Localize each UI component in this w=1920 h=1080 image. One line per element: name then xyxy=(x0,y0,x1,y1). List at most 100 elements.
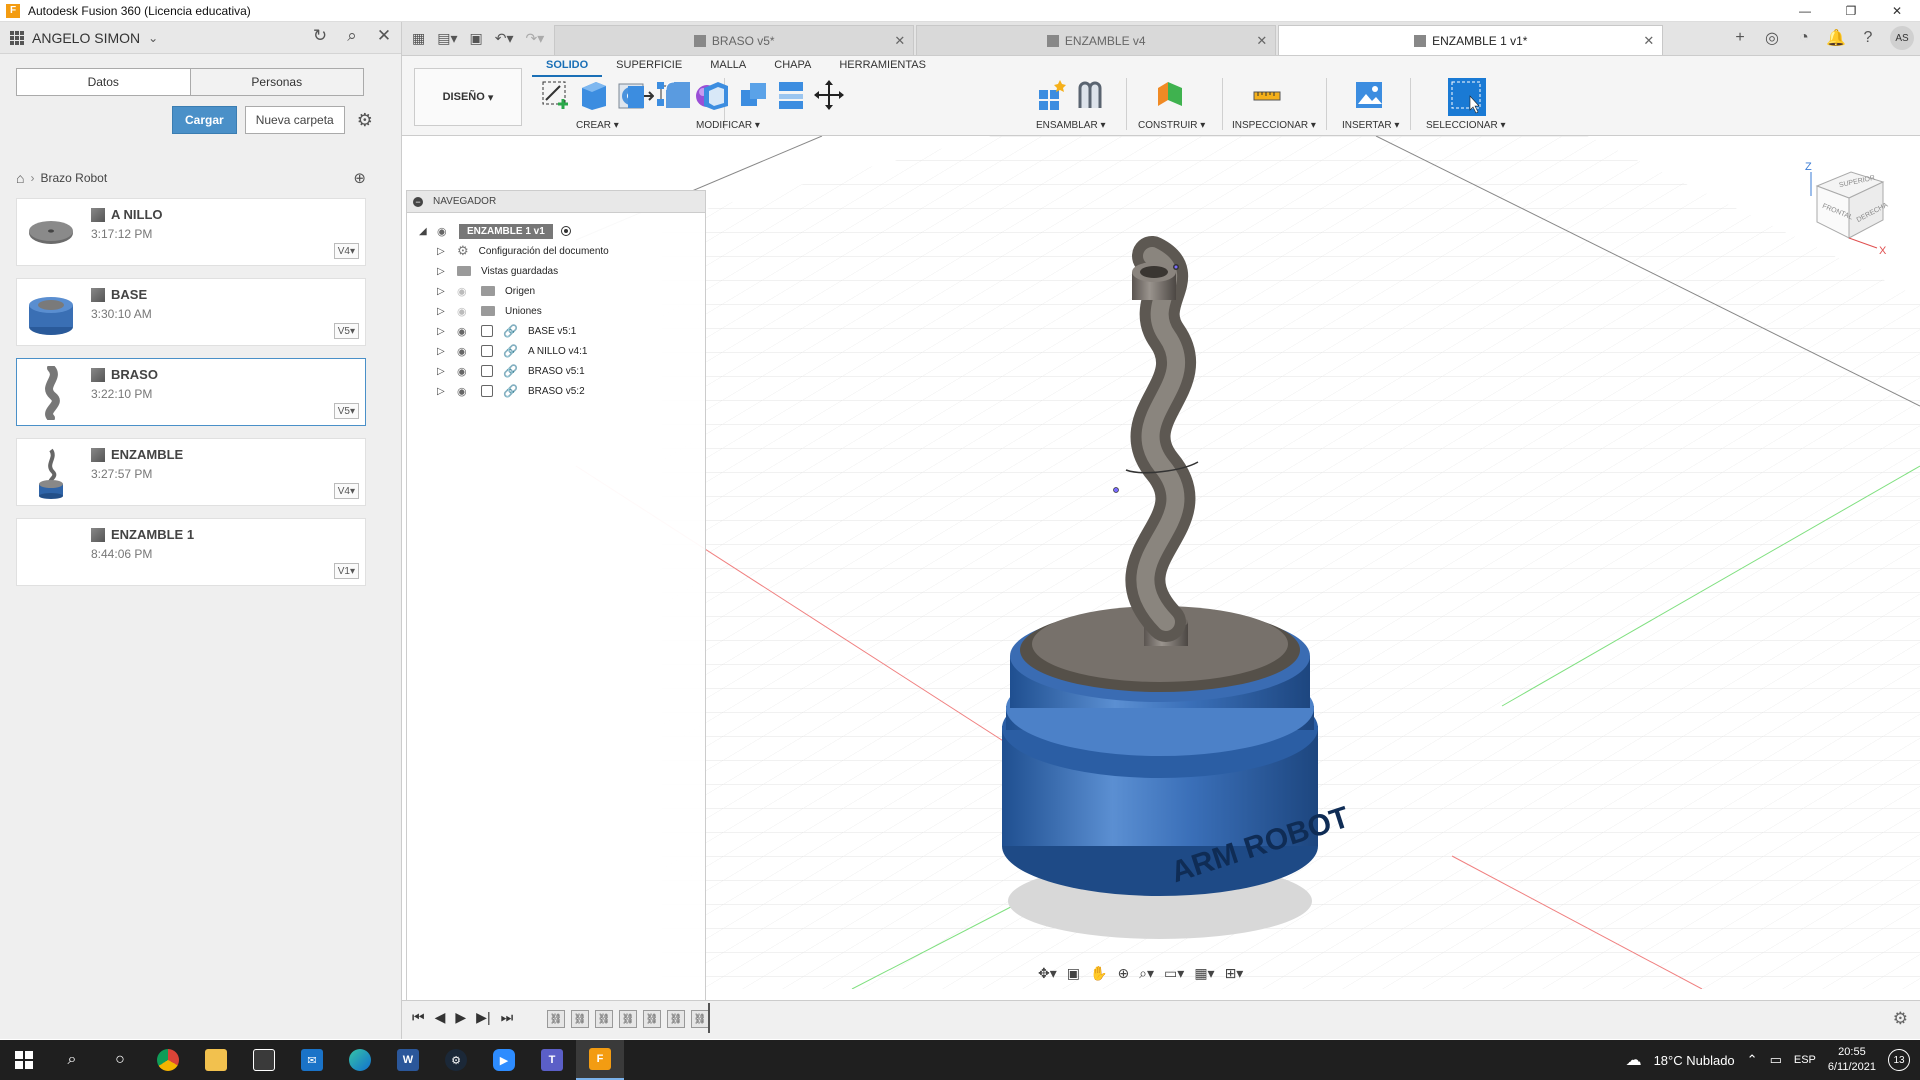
expand-triangle-icon[interactable]: ▷ xyxy=(437,326,447,337)
group-modificar[interactable]: MODIFICAR ▾ xyxy=(696,120,760,131)
tree-item[interactable]: ▷ Vistas guardadas xyxy=(437,261,558,281)
mail-icon[interactable]: ✉ xyxy=(288,1040,336,1080)
zoom-app-icon[interactable]: ▶ xyxy=(480,1040,528,1080)
timeline-joint-icon[interactable]: ⛓ xyxy=(667,1010,685,1028)
windows-start-icon[interactable] xyxy=(0,1040,48,1080)
tree-item[interactable]: ▷ ◉ Uniones xyxy=(437,301,542,321)
visibility-icon[interactable]: ◉ xyxy=(457,345,471,358)
viewports-icon[interactable]: ⊞▾ xyxy=(1225,965,1244,982)
user-name[interactable]: ANGELO SIMON xyxy=(32,30,140,46)
language-indicator[interactable]: ESP xyxy=(1794,1054,1816,1066)
minimize-button[interactable]: — xyxy=(1782,0,1828,22)
tab-enzamble[interactable]: ENZAMBLE v4 ✕ xyxy=(916,25,1277,55)
close-tab-icon[interactable]: ✕ xyxy=(1643,33,1654,49)
offset-plane-icon[interactable] xyxy=(1154,78,1184,112)
timeline-joint-icon[interactable]: ⛓ xyxy=(691,1010,709,1028)
group-insertar[interactable]: INSERTAR ▾ xyxy=(1342,120,1399,131)
word-icon[interactable]: W xyxy=(384,1040,432,1080)
visibility-off-icon[interactable]: ◉ xyxy=(457,305,471,318)
job-status-icon[interactable]: ◔ xyxy=(1794,29,1814,47)
close-icon[interactable]: ✕ xyxy=(375,26,393,46)
list-item[interactable]: BRASO 3:22:10 PM V5 ▾ xyxy=(16,358,366,426)
tab-chapa[interactable]: CHAPA xyxy=(760,56,825,77)
visibility-icon[interactable]: ◉ xyxy=(437,225,451,238)
weather-text[interactable]: 18°C Nublado xyxy=(1654,1053,1735,1068)
press-pull-icon[interactable] xyxy=(624,78,654,112)
weather-icon[interactable]: ☁ xyxy=(1626,1050,1642,1070)
tree-root[interactable]: ◢ ◉ ENZAMBLE 1 v1 xyxy=(419,221,571,241)
chevron-up-icon[interactable]: ⌃ xyxy=(1747,1052,1758,1068)
tree-item[interactable]: ▷ ◉ 🔗 BRASO v5:2 xyxy=(437,381,585,401)
collapse-triangle-icon[interactable]: ◢ xyxy=(419,226,429,237)
close-tab-icon[interactable]: ✕ xyxy=(894,33,905,49)
view-cube[interactable]: Z SUPERIOR FRONTAL DERECHA X xyxy=(1805,156,1895,257)
insert-image-icon[interactable] xyxy=(1354,78,1384,112)
go-to-start-icon[interactable]: ⏮ xyxy=(412,1009,425,1026)
group-crear[interactable]: CREAR ▾ xyxy=(576,120,619,131)
play-icon[interactable]: ▶ xyxy=(455,1009,466,1026)
save-icon[interactable]: ▣ xyxy=(470,30,483,47)
gear-icon[interactable]: ⚙ xyxy=(1893,1009,1908,1029)
timeline-marker[interactable] xyxy=(708,1003,710,1033)
tab-malla[interactable]: MALLA xyxy=(696,56,760,77)
apps-grid-icon[interactable] xyxy=(10,30,24,45)
gear-icon[interactable]: ⚙ xyxy=(357,110,373,131)
steam-icon[interactable]: ⚙ xyxy=(432,1040,480,1080)
measure-icon[interactable] xyxy=(1252,78,1282,112)
group-ensamblar[interactable]: ENSAMBLAR ▾ xyxy=(1036,120,1106,131)
tree-item[interactable]: ▷ ⚙ Configuración del documento xyxy=(437,241,609,261)
expand-triangle-icon[interactable]: ▷ xyxy=(437,286,447,297)
teams-icon[interactable]: T xyxy=(528,1040,576,1080)
search-icon[interactable]: ⌕ xyxy=(48,1040,96,1080)
maximize-button[interactable]: ❐ xyxy=(1828,0,1874,22)
chrome-icon[interactable] xyxy=(144,1040,192,1080)
move-icon[interactable] xyxy=(814,78,844,112)
activate-radio-icon[interactable] xyxy=(560,226,571,236)
group-construir[interactable]: CONSTRUIR ▾ xyxy=(1138,120,1205,131)
group-inspeccionar[interactable]: INSPECCIONAR ▾ xyxy=(1232,120,1316,131)
list-item[interactable]: A NILLO 3:17:12 PM V4 ▾ xyxy=(16,198,366,266)
expand-triangle-icon[interactable]: ▷ xyxy=(437,386,447,397)
shell-icon[interactable] xyxy=(700,78,730,112)
joint-icon[interactable] xyxy=(1074,78,1104,112)
list-item[interactable]: ENZAMBLE 3:27:57 PM V4 ▾ xyxy=(16,438,366,506)
pan-icon[interactable]: ✋ xyxy=(1090,965,1107,982)
expand-triangle-icon[interactable]: ▷ xyxy=(437,306,447,317)
tab-superficie[interactable]: SUPERFICIE xyxy=(602,56,696,77)
close-tab-icon[interactable]: ✕ xyxy=(1256,33,1267,49)
tab-datos[interactable]: Datos xyxy=(17,69,190,95)
upload-button[interactable]: Cargar xyxy=(172,106,237,134)
fusion-360-icon[interactable]: F xyxy=(576,1040,624,1080)
version-badge[interactable]: V5 ▾ xyxy=(333,403,359,419)
tab-personas[interactable]: Personas xyxy=(189,69,363,95)
root-component[interactable]: ENZAMBLE 1 v1 xyxy=(459,223,553,239)
extrude-icon[interactable] xyxy=(578,78,608,112)
new-tab-icon[interactable]: + xyxy=(1730,29,1750,47)
grid-menu-icon[interactable]: ▦ xyxy=(412,30,425,47)
orbit-icon[interactable]: ✥▾ xyxy=(1038,965,1057,982)
step-back-icon[interactable]: ◀ xyxy=(435,1009,446,1026)
create-sketch-icon[interactable] xyxy=(540,78,570,112)
home-icon[interactable]: ⌂ xyxy=(16,170,24,186)
tree-item[interactable]: ▷ ◉ 🔗 BRASO v5:1 xyxy=(437,361,585,381)
visibility-icon[interactable]: ◉ xyxy=(457,365,471,378)
expand-triangle-icon[interactable]: ▷ xyxy=(437,266,447,277)
help-icon[interactable]: ? xyxy=(1858,29,1878,47)
timeline-joint-icon[interactable]: ⛓ xyxy=(547,1010,565,1028)
refresh-icon[interactable]: ↻ xyxy=(311,26,329,46)
tab-herramientas[interactable]: HERRAMIENTAS xyxy=(825,56,940,77)
avatar[interactable]: AS xyxy=(1890,26,1914,50)
new-folder-button[interactable]: Nueva carpeta xyxy=(244,106,345,134)
combine-icon[interactable] xyxy=(738,78,768,112)
new-component-icon[interactable] xyxy=(1036,78,1066,112)
display-settings-icon[interactable]: ▭▾ xyxy=(1164,965,1184,982)
fillet-icon[interactable] xyxy=(662,78,692,112)
chevron-down-icon[interactable]: ⌄ xyxy=(148,31,158,45)
collapse-icon[interactable]: − xyxy=(413,196,423,207)
fit-icon[interactable]: ⌕▾ xyxy=(1139,965,1154,982)
tree-item[interactable]: ▷ ◉ 🔗 BASE v5:1 xyxy=(437,321,576,341)
visibility-icon[interactable]: ◉ xyxy=(457,325,471,338)
file-menu-icon[interactable]: ▤▾ xyxy=(437,30,457,47)
version-badge[interactable]: V4 ▾ xyxy=(333,483,359,499)
notification-center-icon[interactable]: 13 xyxy=(1888,1049,1910,1071)
